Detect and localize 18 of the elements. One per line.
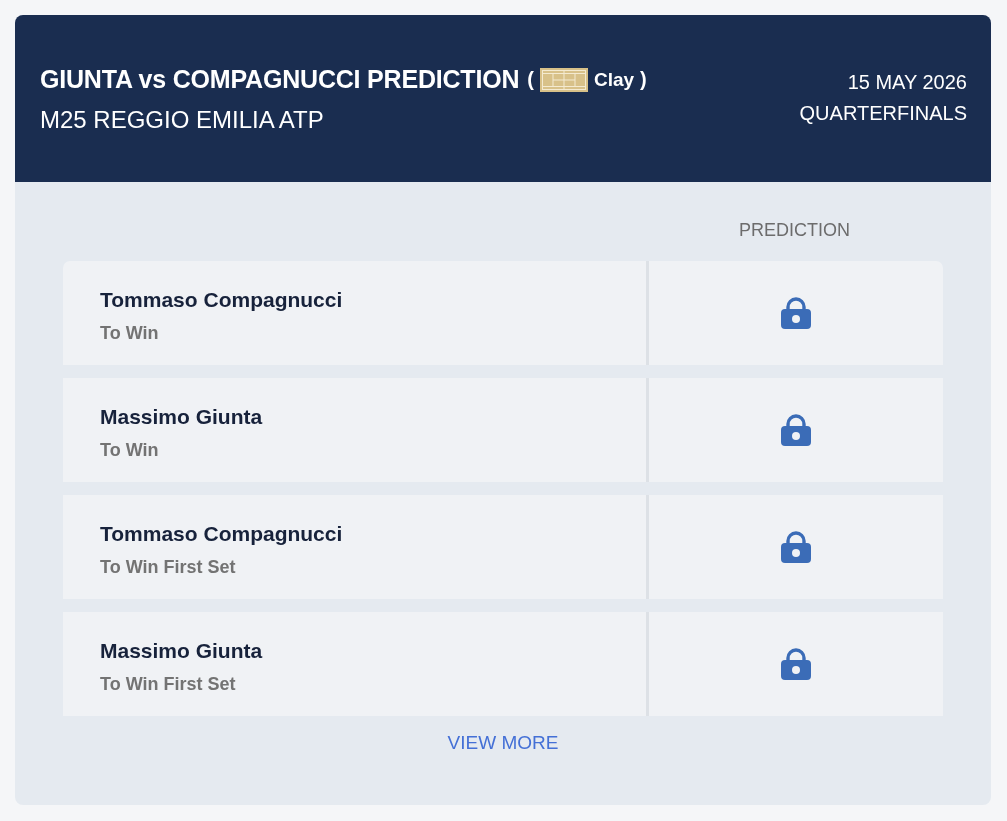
player-name: Tommaso Compagnucci (100, 521, 343, 547)
match-round: QUARTERFINALS (799, 102, 967, 125)
tournament-name: M25 REGGIO EMILIA ATP (40, 106, 324, 134)
market-label: To Win (100, 322, 159, 344)
player-name: Massimo Giunta (100, 638, 263, 664)
player-name: Massimo Giunta (100, 404, 263, 430)
bracket-text: ( (527, 68, 534, 91)
match-title: GIUNTA vs COMPAGNUCCI PREDICTION (40, 65, 520, 94)
surface-label: Clay (593, 68, 635, 91)
column-heading: PREDICTION (739, 220, 850, 240)
match-date: 15 MAY 2026 (847, 71, 967, 94)
bracket-text: ) (640, 68, 647, 91)
court-icon (539, 67, 588, 92)
market-label: To Win First Set (100, 673, 236, 695)
market-label: To Win First Set (100, 556, 236, 578)
view-more-link[interactable]: VIEW MORE (447, 732, 559, 753)
player-name: Tommaso Compagnucci (100, 287, 343, 313)
market-label: To Win (100, 439, 159, 461)
